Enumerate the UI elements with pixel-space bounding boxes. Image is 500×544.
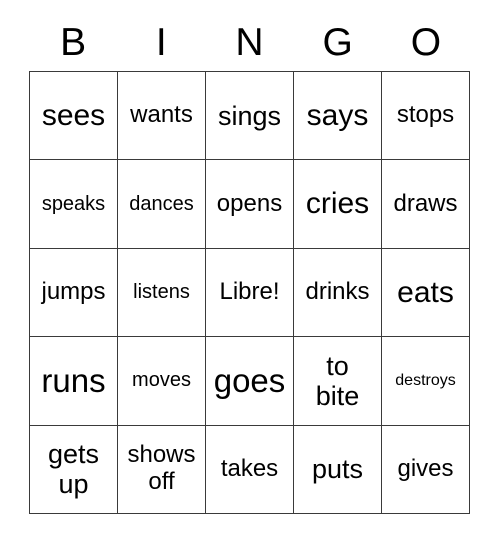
header-letter-i: I <box>155 21 167 64</box>
bingo-cell[interactable]: jumps <box>30 248 118 338</box>
bingo-cell-label: says <box>306 99 369 133</box>
header-letter-g: G <box>322 21 353 64</box>
bingo-free-space-cell[interactable]: Libre! <box>206 248 294 338</box>
header-letter-n: N <box>235 21 264 64</box>
bingo-cell[interactable]: to bite <box>294 337 382 426</box>
bingo-cell-label: cries <box>305 187 370 221</box>
bingo-cell[interactable]: stops <box>382 72 470 161</box>
bingo-cell-label: Libre! <box>219 278 280 305</box>
bingo-cell-label: takes <box>220 454 279 482</box>
bingo-cell[interactable]: puts <box>294 425 382 514</box>
bingo-cell-label: sings <box>217 100 282 131</box>
bingo-cell[interactable]: runs <box>30 337 118 426</box>
bingo-cell-label: speaks <box>41 192 106 215</box>
header-letter-o: O <box>410 21 442 64</box>
bingo-cell-label: runs <box>41 361 106 399</box>
bingo-cell[interactable]: listens <box>118 248 206 338</box>
bingo-cell-label: destroys <box>395 371 456 389</box>
bingo-cell-label: shows off <box>127 441 196 496</box>
bingo-cell[interactable]: gives <box>382 425 470 514</box>
bingo-cell-label: drinks <box>305 278 370 305</box>
bingo-header-row: B I N G O <box>29 14 470 71</box>
bingo-cell[interactable]: eats <box>382 248 470 338</box>
bingo-cell[interactable]: sees <box>30 72 118 161</box>
bingo-grid: sees wants sings says stops speaks dances opens… <box>29 71 470 514</box>
bingo-cell-label: sees <box>41 99 106 133</box>
bingo-cell[interactable]: drinks <box>294 248 382 338</box>
bingo-cell[interactable]: draws <box>382 160 470 249</box>
bingo-cell[interactable]: destroys <box>382 337 470 426</box>
bingo-cell[interactable]: gets up <box>30 425 118 514</box>
bingo-cell[interactable]: shows off <box>118 425 206 514</box>
bingo-cell-label: stops <box>396 101 455 129</box>
bingo-cell[interactable]: speaks <box>30 160 118 249</box>
bingo-card: B I N G O sees wants sings says stops speaks d… <box>29 14 470 514</box>
bingo-cell-label: goes <box>213 361 286 399</box>
bingo-cell-label: jumps <box>41 278 106 305</box>
bingo-cell[interactable]: moves <box>118 337 206 426</box>
bingo-cell-label: to bite <box>315 350 360 411</box>
bingo-cell-label: gives <box>397 454 454 482</box>
bingo-cell[interactable]: sings <box>206 72 294 161</box>
bingo-cell-label: listens <box>133 281 190 304</box>
bingo-cell-label: opens <box>216 189 283 217</box>
bingo-cell-label: dances <box>129 192 194 215</box>
bingo-cell-label: draws <box>393 189 458 217</box>
bingo-cell-label: puts <box>311 454 364 485</box>
header-letter-b: B <box>60 21 87 64</box>
bingo-cell[interactable]: opens <box>206 160 294 249</box>
bingo-cell-label: moves <box>132 369 191 392</box>
bingo-cell[interactable]: takes <box>206 425 294 514</box>
bingo-cell-label: wants <box>130 101 193 129</box>
bingo-cell[interactable]: says <box>294 72 382 161</box>
bingo-cell-label: eats <box>397 275 454 309</box>
bingo-cell-label: gets up <box>47 439 100 500</box>
bingo-cell[interactable]: wants <box>118 72 206 161</box>
bingo-cell[interactable]: goes <box>206 337 294 426</box>
bingo-cell[interactable]: cries <box>294 160 382 249</box>
bingo-cell[interactable]: dances <box>118 160 206 249</box>
